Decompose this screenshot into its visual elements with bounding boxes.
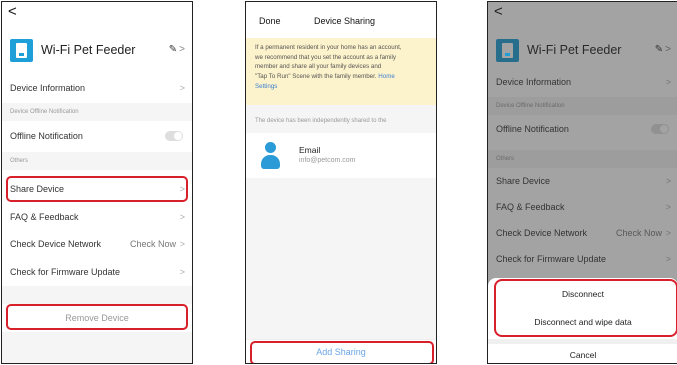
chevron-right-icon: > <box>179 184 185 194</box>
shared-user-item[interactable]: Email info@petcom.com <box>246 133 436 178</box>
settings-screen: < Wi-Fi Pet Feeder ✎ > Device Information… <box>1 1 193 364</box>
notice-line: Settings <box>255 82 426 92</box>
device-sharing-screen: Done Device Sharing If a permanent resid… <box>245 1 437 364</box>
faq-feedback-label: FAQ & Feedback <box>10 212 79 222</box>
feeder-device-icon <box>10 38 33 62</box>
share-type-label: Email <box>299 145 321 155</box>
chevron-right-icon: > <box>179 239 185 249</box>
notice-line: we recommend that you set the account as… <box>255 53 397 61</box>
offline-section-header: Device Offline Notification <box>2 103 192 121</box>
notice-line: If a permanent resident in your home has… <box>255 44 402 51</box>
edit-name-button[interactable]: ✎ > <box>169 44 185 55</box>
back-arrow-icon[interactable]: < <box>8 4 17 19</box>
top-bar: Done Device Sharing <box>246 2 436 38</box>
check-now-value: Check Now <box>129 239 176 249</box>
settings-link[interactable]: Settings <box>255 83 277 90</box>
action-sheet: Disconnect Disconnect and wipe data Canc… <box>488 278 677 363</box>
pencil-icon: ✎ <box>168 44 178 55</box>
remove-device-sheet-screen: < Wi-Fi Pet Feeder ✎ > Device Information… <box>487 1 677 364</box>
home-link[interactable]: Home <box>378 73 395 80</box>
chevron-right-icon: > <box>179 267 185 277</box>
remove-device-button[interactable]: Remove Device <box>2 304 192 332</box>
family-notice-banner: If a permanent resident in your home has… <box>246 38 436 105</box>
device-name: Wi-Fi Pet Feeder <box>41 43 136 57</box>
shared-hint-text: The device has been independently shared… <box>255 118 387 124</box>
share-device-row[interactable]: Share Device > <box>2 176 192 202</box>
offline-notification-toggle[interactable] <box>165 131 183 141</box>
device-information-label: Device Information <box>10 83 86 93</box>
done-button[interactable]: Done <box>259 16 281 26</box>
notice-line: "Tap To Run" Scene with the family membe… <box>255 73 395 81</box>
offline-notification-row: Offline Notification <box>2 123 192 149</box>
notice-line: member and share all your family devices… <box>255 63 382 71</box>
device-information-row[interactable]: Device Information > <box>2 75 192 101</box>
divider <box>2 286 192 304</box>
add-sharing-button[interactable]: Add Sharing <box>246 339 436 363</box>
check-network-label: Check Device Network <box>10 239 102 249</box>
faq-feedback-row[interactable]: FAQ & Feedback > <box>2 204 192 230</box>
chevron-right-icon: > <box>179 212 185 222</box>
firmware-update-label: Check for Firmware Update <box>10 267 121 277</box>
share-email-value: info@petcom.com <box>299 157 356 164</box>
chevron-right-icon: > <box>179 83 185 93</box>
disconnect-wipe-button[interactable]: Disconnect and wipe data <box>488 308 677 336</box>
divider <box>2 332 192 363</box>
cancel-button[interactable]: Cancel <box>488 344 677 363</box>
offline-notification-label: Offline Notification <box>10 131 83 141</box>
firmware-update-row[interactable]: Check for Firmware Update > <box>2 259 192 285</box>
share-device-label: Share Device <box>10 184 65 194</box>
device-header: Wi-Fi Pet Feeder <box>10 37 135 63</box>
page-title: Device Sharing <box>314 16 376 26</box>
others-section-header: Others <box>2 152 192 170</box>
disconnect-button[interactable]: Disconnect <box>488 280 677 308</box>
check-network-row[interactable]: Check Device Network Check Now > <box>2 231 192 257</box>
chevron-right-icon: > <box>179 44 185 55</box>
person-icon <box>261 142 280 170</box>
